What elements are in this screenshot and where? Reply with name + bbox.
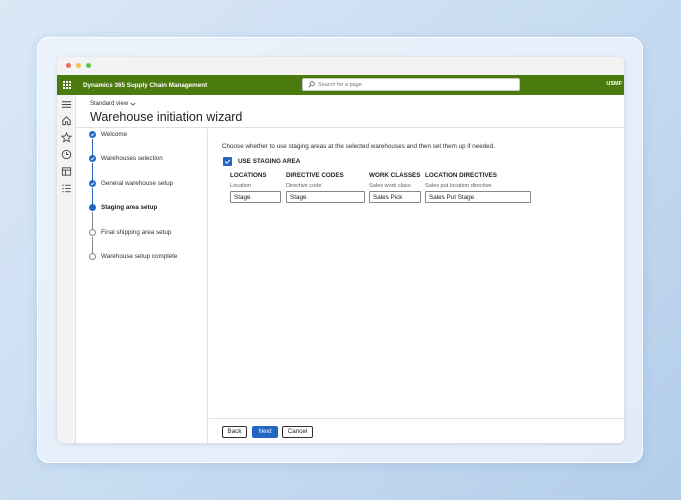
step-final-shipping-area-setup[interactable]: Final shipping area setup <box>89 227 171 237</box>
app-bar: Dynamics 365 Supply Chain Management USM… <box>57 75 624 95</box>
field-label: Sales work class <box>369 183 411 189</box>
minimize-window-dot[interactable] <box>76 63 81 68</box>
field-label: Sales put location directive <box>425 183 492 189</box>
step-current-icon <box>89 203 96 211</box>
waffle-icon <box>63 81 71 89</box>
step-label: Welcome <box>101 130 128 138</box>
directive-codes-group: DIRECTIVE CODES Directive code <box>286 172 365 203</box>
step-general-warehouse-setup[interactable]: General warehouse setup <box>89 178 173 188</box>
home-icon[interactable] <box>61 115 72 126</box>
company-picker[interactable]: USMF <box>606 81 622 87</box>
list-icon[interactable] <box>61 183 72 194</box>
field-label: Location <box>230 183 252 189</box>
wizard-footer: Back Next Cancel <box>209 418 624 443</box>
chevron-down-icon <box>130 102 136 106</box>
app-window: Dynamics 365 Supply Chain Management USM… <box>57 57 624 443</box>
next-button[interactable]: Next <box>252 426 278 438</box>
group-heading: LOCATION DIRECTIVES <box>425 172 497 179</box>
work-classes-group: WORK CLASSES Sales work class <box>369 172 421 203</box>
step-warehouse-setup-complete[interactable]: Warehouse setup complete <box>89 251 177 261</box>
step-label: Warehouses selection <box>101 154 163 162</box>
group-heading: DIRECTIVE CODES <box>286 172 344 179</box>
cancel-button[interactable]: Cancel <box>282 426 313 438</box>
star-icon[interactable] <box>61 132 72 143</box>
step-pending-icon <box>89 228 96 236</box>
group-heading: LOCATIONS <box>230 172 267 179</box>
page-title: Warehouse initiation wizard <box>90 110 243 124</box>
hamburger-icon[interactable] <box>61 99 72 110</box>
instructions-text: Choose whether to use staging areas at t… <box>222 143 496 150</box>
step-label: General warehouse setup <box>101 179 174 187</box>
window-chrome <box>57 57 624 75</box>
step-label: Staging area setup <box>101 203 158 211</box>
step-welcome[interactable]: Welcome <box>89 129 127 139</box>
checkbox-checked-icon[interactable] <box>223 157 232 166</box>
search-icon <box>308 81 315 88</box>
clock-icon[interactable] <box>61 149 72 160</box>
location-directives-group: LOCATION DIRECTIVES Sales put location d… <box>425 172 531 203</box>
navigation-rail <box>57 95 76 443</box>
step-label: Final shipping area setup <box>101 228 172 236</box>
sales-put-location-directive-field[interactable] <box>425 191 531 203</box>
search-input[interactable] <box>318 81 508 88</box>
workspace-icon[interactable] <box>61 166 72 177</box>
wizard-content: Choose whether to use staging areas at t… <box>209 129 624 418</box>
step-warehouses-selection[interactable]: Warehouses selection <box>89 153 163 163</box>
wizard-steps: Welcome Warehouses selection General war… <box>76 129 208 443</box>
step-done-icon <box>89 130 96 138</box>
app-launcher-button[interactable] <box>57 75 77 95</box>
directive-code-field[interactable] <box>286 191 365 203</box>
step-pending-icon <box>89 252 96 260</box>
step-staging-area-setup[interactable]: Staging area setup <box>89 202 157 212</box>
field-label: Directive code <box>286 183 322 189</box>
group-heading: WORK CLASSES <box>369 172 421 179</box>
page-header: Standard view Warehouse initiation wizar… <box>76 95 624 128</box>
close-window-dot[interactable] <box>66 63 71 68</box>
checkbox-label: USE STAGING AREA <box>238 158 301 165</box>
app-title[interactable]: Dynamics 365 Supply Chain Management <box>83 82 207 89</box>
maximize-window-dot[interactable] <box>86 63 91 68</box>
view-selector[interactable]: Standard view <box>90 101 136 107</box>
view-selector-label: Standard view <box>90 101 129 107</box>
location-field[interactable] <box>230 191 281 203</box>
step-label: Warehouse setup complete <box>101 252 178 260</box>
use-staging-area-checkbox[interactable]: USE STAGING AREA <box>223 157 300 166</box>
sales-work-class-field[interactable] <box>369 191 421 203</box>
locations-group: LOCATIONS Location <box>230 172 281 203</box>
back-button[interactable]: Back <box>222 426 247 438</box>
search-box[interactable] <box>302 78 520 91</box>
step-done-icon <box>89 179 96 187</box>
step-done-icon <box>89 154 96 162</box>
